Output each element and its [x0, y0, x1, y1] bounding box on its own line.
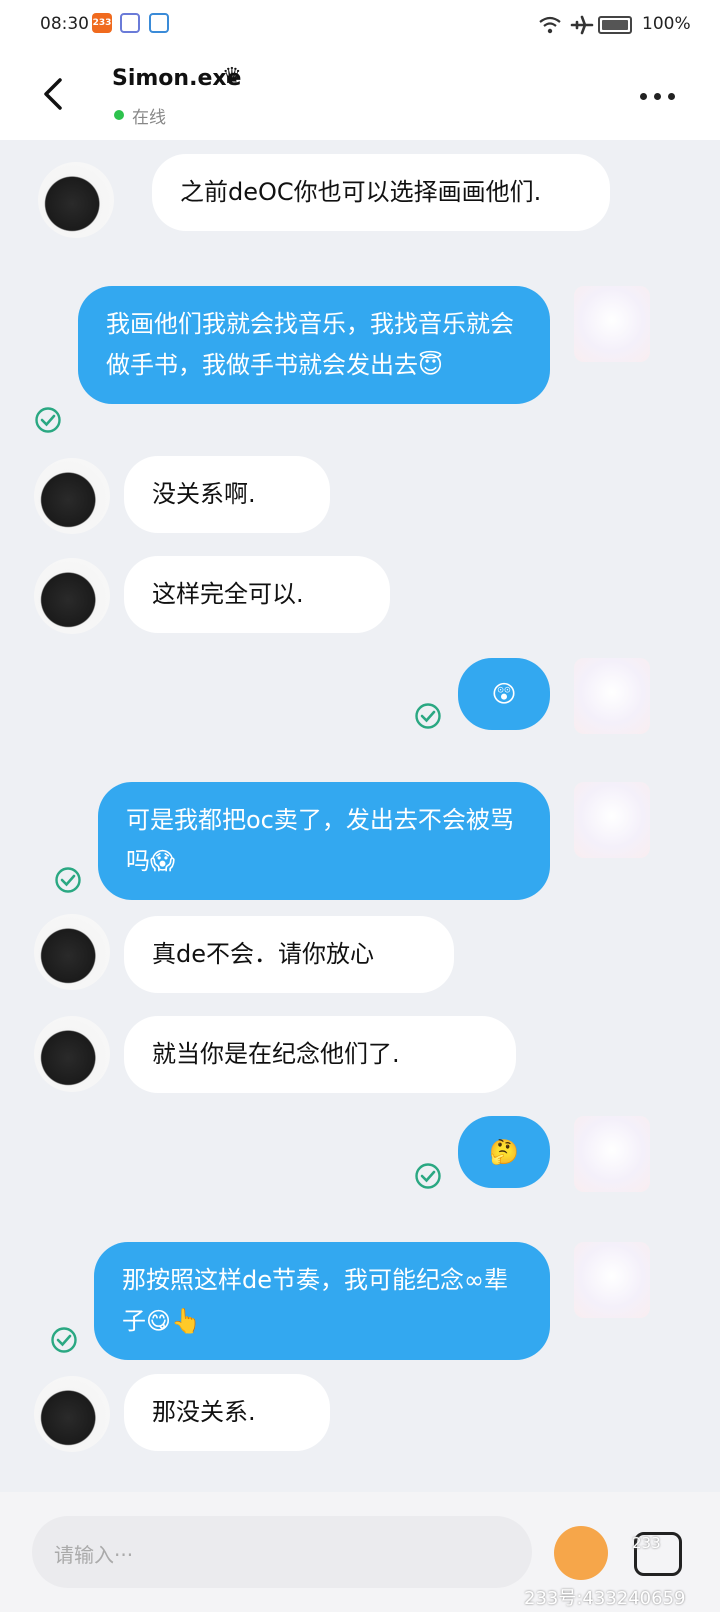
my-avatar[interactable] — [574, 1242, 650, 1318]
battery-percent: 100% — [642, 14, 691, 34]
incoming-message[interactable]: 没关系啊. — [124, 456, 330, 533]
battery-icon — [598, 13, 638, 37]
crown-icon: ♛ — [222, 64, 242, 89]
contact-avatar[interactable] — [34, 1016, 110, 1092]
read-check-icon — [35, 407, 61, 433]
input-bar: 请输入··· 233 233号:433240659 — [0, 1492, 720, 1612]
status-bar: 08:30 233 100% — [0, 0, 720, 52]
dot-icon — [654, 92, 661, 100]
my-avatar[interactable] — [574, 1116, 650, 1192]
incoming-message[interactable]: 真de不会．请你放心 — [124, 916, 454, 993]
online-status-text: 在线 — [132, 108, 166, 128]
more-options-button[interactable] — [640, 88, 680, 104]
mascot-sticker-icon[interactable] — [554, 1526, 608, 1580]
status-time: 08:30 — [40, 14, 89, 34]
online-status-dot — [114, 110, 124, 120]
contact-avatar[interactable] — [34, 558, 110, 634]
contact-avatar[interactable] — [34, 1376, 110, 1452]
message-list[interactable]: 之前deOC你也可以选择画画他们. 我画他们我就会找音乐，我找音乐就会做手书，我… — [0, 140, 720, 1492]
outgoing-message[interactable]: 🤔 — [458, 1116, 550, 1188]
contact-avatar[interactable] — [34, 914, 110, 990]
my-avatar[interactable] — [574, 286, 650, 362]
outgoing-message[interactable]: 我画他们我就会找音乐，我找音乐就会做手书，我做手书就会发出去😇 — [78, 286, 550, 404]
incoming-message[interactable]: 之前deOC你也可以选择画画他们. — [152, 154, 610, 231]
chat-header: Simon.exe ♛ 在线 — [0, 52, 720, 140]
outgoing-message[interactable]: 可是我都把oc卖了，发出去不会被骂吗😱 — [98, 782, 550, 900]
contact-avatar[interactable] — [38, 162, 114, 238]
incoming-message[interactable]: 就当你是在纪念他们了. — [124, 1016, 516, 1093]
outgoing-message[interactable]: 那按照这样de节奏，我可能纪念∞辈子😋👆 — [94, 1242, 550, 1360]
read-check-icon — [415, 703, 441, 729]
watermark-text: 233号:433240659 — [524, 1588, 686, 1609]
incoming-message[interactable]: 这样完全可以. — [124, 556, 390, 633]
input-placeholder: 请输入··· — [54, 1543, 134, 1567]
app-233-icon: 233 — [92, 13, 112, 33]
outgoing-message[interactable]: 😲 — [458, 658, 550, 730]
notification-doc-icon — [149, 13, 169, 33]
my-avatar[interactable] — [574, 658, 650, 734]
my-avatar[interactable] — [574, 782, 650, 858]
read-check-icon — [51, 1327, 77, 1353]
read-check-icon — [415, 1163, 441, 1189]
incoming-message[interactable]: 那没关系. — [124, 1374, 330, 1451]
contact-avatar[interactable] — [34, 458, 110, 534]
watermark-tag: 233 — [632, 1534, 661, 1552]
dot-icon — [668, 92, 675, 100]
read-check-icon — [55, 867, 81, 893]
dot-icon — [640, 92, 647, 100]
notification-app-icon — [120, 13, 140, 33]
chevron-left-icon — [44, 78, 62, 110]
airplane-icon — [570, 13, 594, 37]
back-button[interactable] — [36, 72, 72, 116]
wifi-icon — [538, 13, 562, 37]
